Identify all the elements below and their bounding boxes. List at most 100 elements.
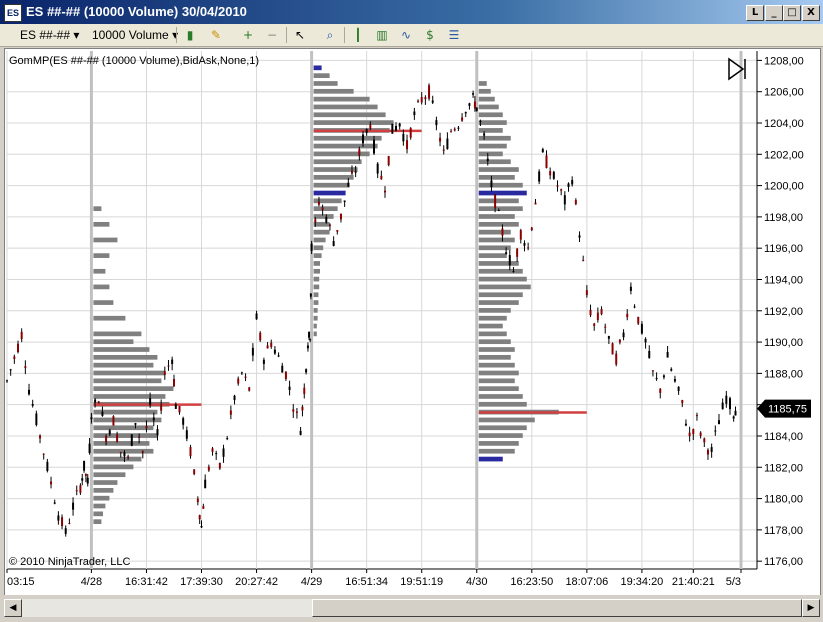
candle-body <box>468 103 471 106</box>
profile-bar <box>93 221 110 227</box>
drawing-pencil-icon[interactable]: ✎ <box>208 27 224 43</box>
candle-body <box>178 406 181 413</box>
profile-bar <box>313 284 320 290</box>
candles-icon[interactable]: ▥ <box>374 27 390 43</box>
candle-body <box>310 243 313 251</box>
candle-body <box>226 438 229 440</box>
profile-bar <box>478 425 527 431</box>
horizontal-scrollbar[interactable]: ◀ ▶ <box>0 595 823 622</box>
scroll-track[interactable] <box>22 599 802 617</box>
copyright-label: © 2010 NinjaTrader, LLC <box>9 556 130 568</box>
profile-bar <box>313 315 318 321</box>
candle-body <box>163 371 166 375</box>
candle-body <box>64 528 67 534</box>
indicator-icon[interactable]: ∿ <box>398 27 414 43</box>
y-tick-label: 1180,00 <box>764 494 803 506</box>
candle-body <box>409 127 412 138</box>
bar-style-icon[interactable]: ▮ <box>182 27 198 43</box>
profile-bar <box>93 425 154 431</box>
candle-body <box>618 339 621 343</box>
properties-icon[interactable]: ☰ <box>446 27 462 43</box>
profile-bar <box>93 378 162 384</box>
price-chart[interactable]: 1176,001178,001180,001182,001184,001186,… <box>5 49 820 595</box>
candle-body <box>123 452 126 457</box>
candle-body <box>431 100 434 103</box>
profile-bar <box>313 81 338 86</box>
candle-body <box>202 506 205 509</box>
candle-body <box>127 456 130 458</box>
profile-bar <box>313 323 317 329</box>
profile-bar <box>478 394 523 399</box>
profile-bar <box>478 441 519 446</box>
search-icon[interactable]: ⌕ <box>322 27 338 43</box>
candle-body <box>116 434 119 442</box>
candle-body <box>75 490 78 492</box>
profile-bar <box>478 448 515 454</box>
candle-body <box>734 410 737 416</box>
profile-bar <box>478 143 507 149</box>
candle-body <box>72 502 75 510</box>
profile-bar <box>313 175 354 180</box>
candle-body <box>240 372 243 374</box>
profile-bar <box>478 167 519 172</box>
profile-bar <box>93 354 158 360</box>
candle-body <box>138 436 141 438</box>
candle-body <box>149 398 152 406</box>
candle-body <box>204 479 207 489</box>
candle-body <box>358 149 361 156</box>
restore-button[interactable]: □ <box>783 5 801 21</box>
minimize-button[interactable]: _ <box>765 5 783 21</box>
profile-bar <box>93 441 150 446</box>
candle-body <box>237 378 240 384</box>
candle-body <box>119 451 122 453</box>
profile-bar <box>478 339 511 345</box>
candle-body <box>523 243 526 246</box>
cursor-icon[interactable]: ↖ <box>292 27 308 43</box>
profile-bar <box>478 128 503 133</box>
close-button[interactable]: X <box>802 5 820 21</box>
candle-body <box>182 418 185 425</box>
zoom-out-icon[interactable]: − <box>264 27 280 43</box>
candle-body <box>308 331 311 338</box>
candle-body <box>306 345 309 349</box>
scroll-left-button[interactable]: ◀ <box>4 599 22 617</box>
chart-panel[interactable]: 1176,001178,001180,001182,001184,001186,… <box>4 48 821 596</box>
candle-body <box>501 228 504 236</box>
scroll-right-button[interactable]: ▶ <box>802 599 820 617</box>
candle-body <box>391 123 394 134</box>
candle-body <box>538 171 541 182</box>
candle-body <box>622 332 625 338</box>
candle-body <box>101 411 104 416</box>
x-tick-label: 5/3 <box>726 576 741 588</box>
candle-body <box>79 485 82 493</box>
candle-body <box>244 376 247 378</box>
profile-bar <box>313 143 378 149</box>
candle-body <box>703 438 706 443</box>
zoom-in-icon[interactable]: + <box>240 27 256 43</box>
profile-bar <box>478 323 503 329</box>
skip-to-end-icon[interactable] <box>728 57 746 81</box>
bars-icon[interactable]: ┃ <box>350 27 366 43</box>
profile-bar <box>478 175 515 180</box>
link-button[interactable]: L <box>746 5 764 21</box>
candle-body <box>314 219 317 223</box>
period-selector[interactable]: 10000 Volume ▾ <box>92 27 178 43</box>
y-tick-label: 1206,00 <box>764 87 804 99</box>
instrument-selector[interactable]: ES ##-## ▾ <box>20 27 79 43</box>
scroll-thumb[interactable] <box>312 599 802 617</box>
profile-bar <box>478 362 515 368</box>
candle-body <box>309 293 312 297</box>
candle-body <box>211 448 214 452</box>
profile-bar <box>93 480 118 485</box>
strategy-icon[interactable]: $ <box>422 27 438 43</box>
profile-bar <box>93 284 110 290</box>
profile-bar <box>93 511 104 517</box>
candle-body <box>461 117 464 121</box>
profile-bar <box>313 206 338 212</box>
profile-bar <box>93 503 106 509</box>
profile-bar <box>478 315 507 321</box>
candle-body <box>446 138 449 149</box>
candle-body <box>593 323 596 326</box>
profile-bar <box>313 182 350 188</box>
candle-body <box>721 402 724 410</box>
